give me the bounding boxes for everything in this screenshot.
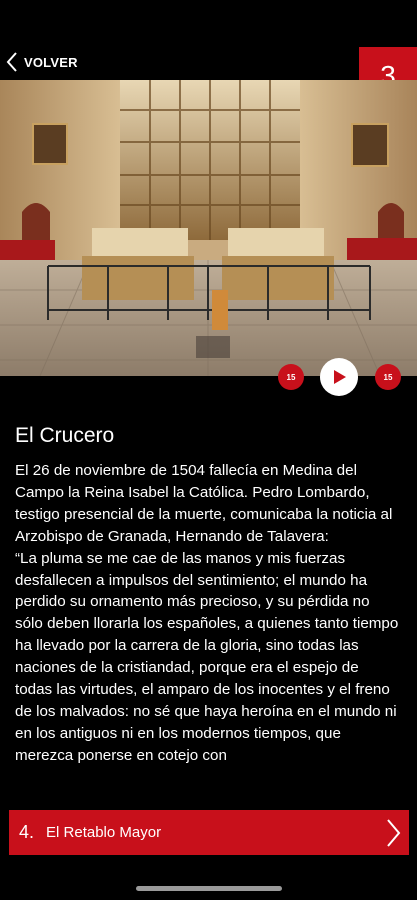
play-icon <box>334 370 346 384</box>
next-stop-button[interactable]: 4. El Retablo Mayor <box>9 810 409 855</box>
play-button[interactable] <box>320 358 358 396</box>
next-stop-label: El Retablo Mayor <box>46 824 162 841</box>
chevron-right-icon <box>387 819 401 847</box>
skip-back-button[interactable]: 15 <box>278 364 304 390</box>
chevron-left-icon <box>6 52 17 72</box>
skip-back-label: 15 <box>286 372 296 382</box>
back-label: VOLVER <box>24 54 78 70</box>
skip-forward-button[interactable]: 15 <box>375 364 401 390</box>
next-stop-number: 4. <box>19 822 35 842</box>
home-indicator <box>136 886 282 891</box>
description-text: El 26 de noviembre de 1504 fallecía en M… <box>15 462 399 764</box>
page-title: El Crucero <box>15 424 115 447</box>
chapel-photo <box>0 80 417 376</box>
skip-forward-label: 15 <box>383 372 393 382</box>
back-button[interactable]: VOLVER <box>6 51 78 73</box>
